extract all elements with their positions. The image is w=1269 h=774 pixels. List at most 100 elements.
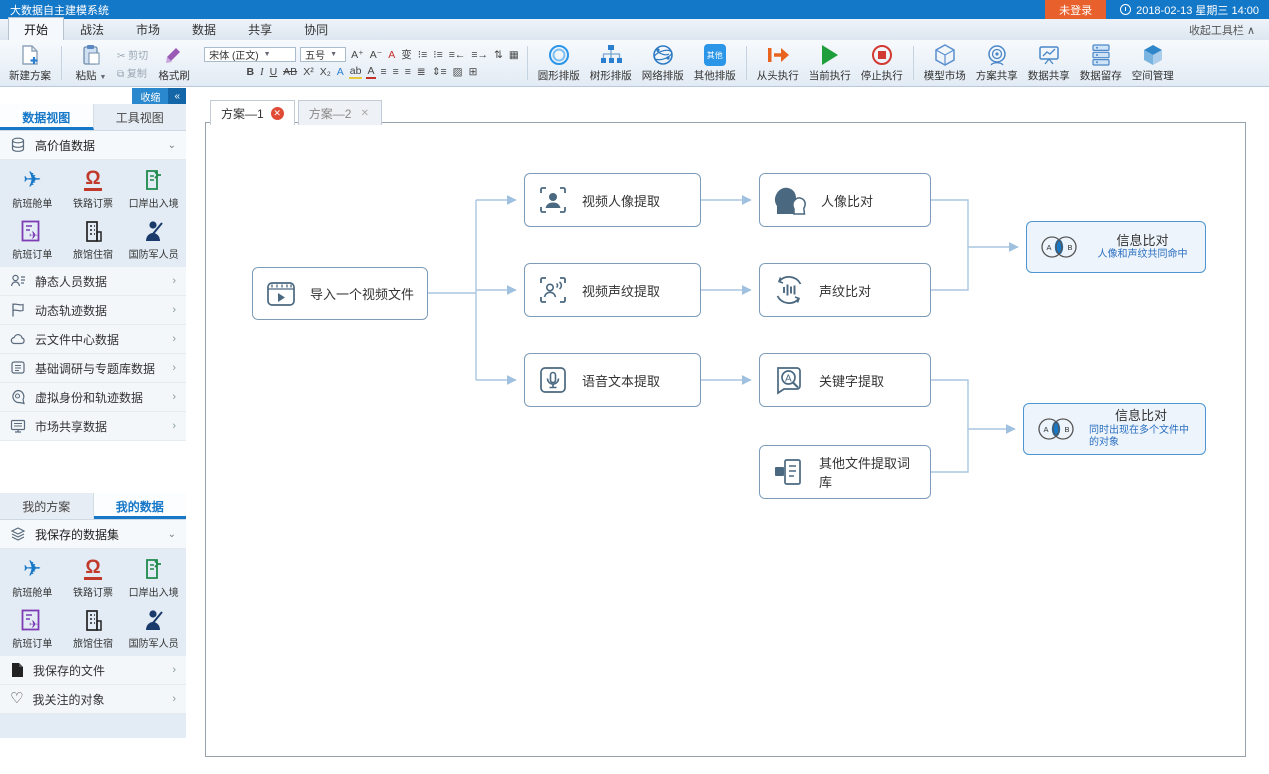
menu-tab-tactics[interactable]: 战法: [64, 17, 120, 40]
run-current-button[interactable]: 当前执行: [806, 42, 854, 84]
borders-button[interactable]: ⊞: [468, 66, 479, 78]
align-center-button[interactable]: ≡: [392, 66, 400, 78]
collapse-toolbar-link[interactable]: 收起工具栏∧: [1189, 22, 1255, 38]
group-manage: 模型市场 方案共享 数据共享 数据留存 空间管理: [917, 41, 1181, 85]
menu-tab-data[interactable]: 数据: [176, 17, 232, 40]
space-management-button[interactable]: 空间管理: [1129, 42, 1177, 84]
flow-canvas[interactable]: 导入一个视频文件 视频人像提取 视频声纹提取 语音文本提取 人像比对 声纹比对: [205, 122, 1246, 757]
new-plan-button[interactable]: 新建方案: [6, 42, 54, 84]
section-my-saved-datasets[interactable]: 我保存的数据集 ⌄: [0, 520, 186, 549]
justify-button[interactable]: ≣: [416, 66, 427, 78]
plan-share-button[interactable]: 方案共享: [973, 42, 1021, 84]
subscript-button[interactable]: X₂: [319, 66, 332, 78]
format-painter-button[interactable]: 格式刷: [152, 42, 196, 84]
change-case-button[interactable]: 变: [400, 47, 413, 62]
numbering-button[interactable]: ⁝≡: [432, 49, 443, 61]
node-info-compare-face-voice[interactable]: AB 信息比对 人像和声纹共同命中: [1026, 221, 1206, 273]
node-video-voiceprint-extract[interactable]: 视频声纹提取: [524, 263, 701, 317]
node-speech-text-extract[interactable]: 语音文本提取: [524, 353, 701, 407]
dataset-flight-order[interactable]: ✈航班订单: [2, 218, 63, 261]
strikethrough-button[interactable]: AB: [282, 66, 298, 78]
font-name-select[interactable]: 宋体 (正文)▼: [204, 47, 296, 62]
section-cloud-file-data[interactable]: 云文件中心数据›: [0, 325, 186, 354]
superscript-button[interactable]: X²: [302, 66, 315, 78]
voiceprint-detect-icon: [537, 274, 569, 306]
dataset-flight-manifest[interactable]: ✈航班舱单: [2, 556, 63, 599]
text-effects-button[interactable]: A: [387, 49, 396, 61]
tab-my-data[interactable]: 我的数据: [94, 493, 187, 519]
line-spacing-button[interactable]: ⇕≡: [431, 66, 448, 78]
sidebar-collapse-button[interactable]: 收缩 «: [132, 88, 186, 104]
plan-tab-2[interactable]: 方案—2 ✕: [298, 100, 383, 125]
tab-data-view[interactable]: 数据视图: [0, 104, 94, 130]
menu-tab-start[interactable]: 开始: [8, 17, 64, 40]
plan-tab-1[interactable]: 方案—1 ✕: [210, 100, 295, 125]
shading-button[interactable]: ▨: [452, 66, 464, 78]
dataset-hotel-stay[interactable]: 旅馆住宿: [63, 218, 124, 261]
other-layout-button[interactable]: 其他 其他排版: [691, 42, 739, 84]
menu-tab-share[interactable]: 共享: [232, 17, 288, 40]
menu-tab-collab[interactable]: 协同: [288, 17, 344, 40]
tab-my-plans[interactable]: 我的方案: [0, 493, 94, 519]
data-share-button[interactable]: 数据共享: [1025, 42, 1073, 84]
node-keyword-extract[interactable]: A 关键字提取: [759, 353, 931, 407]
node-info-compare-multifile[interactable]: AB 信息比对 同时出现在多个文件中的对象: [1023, 403, 1206, 455]
shrink-font-button[interactable]: A⁻: [369, 49, 384, 61]
align-right-button[interactable]: ≡: [404, 66, 412, 78]
data-retention-button[interactable]: 数据留存: [1077, 42, 1125, 84]
italic-button[interactable]: I: [259, 67, 265, 78]
section-my-saved-files[interactable]: 我保存的文件›: [0, 656, 186, 685]
font-size-select[interactable]: 五号▼: [300, 47, 346, 62]
section-static-person-data[interactable]: 静态人员数据›: [0, 267, 186, 296]
dataset-border-entry-exit[interactable]: 口岸出入境: [123, 167, 184, 210]
copy-button[interactable]: ⧉ 复制: [117, 65, 148, 80]
text-outline-button[interactable]: A: [336, 66, 345, 78]
paste-button[interactable]: 粘贴 ▼: [69, 42, 113, 84]
network-layout-button[interactable]: 网络排版: [639, 42, 687, 84]
tab-tool-view[interactable]: 工具视图: [94, 104, 187, 130]
font-color-button[interactable]: A: [366, 65, 375, 79]
dataset-flight-order[interactable]: ✈航班订单: [2, 607, 63, 650]
table-button[interactable]: ▦: [508, 49, 520, 61]
tree-layout-button[interactable]: 树形排版: [587, 42, 635, 84]
run-from-start-button[interactable]: 从头执行: [754, 42, 802, 84]
sidebar-gap: [0, 441, 186, 493]
dataset-border-entry-exit[interactable]: 口岸出入境: [123, 556, 184, 599]
close-tab-icon[interactable]: ✕: [358, 107, 371, 120]
dataset-military-personnel[interactable]: 国防军人员: [123, 218, 184, 261]
dataset-military-personnel[interactable]: 国防军人员: [123, 607, 184, 650]
node-face-compare[interactable]: 人像比对: [759, 173, 931, 227]
dataset-rail-ticket[interactable]: Ω铁路订票: [63, 556, 124, 599]
sort-button[interactable]: ⇅: [493, 49, 504, 61]
bullets-button[interactable]: ⁝≡: [417, 49, 428, 61]
section-high-value-data[interactable]: 高价值数据 ⌄: [0, 131, 186, 160]
cut-button[interactable]: ✂ 剪切: [117, 47, 148, 62]
node-other-file-lexicon[interactable]: 其他文件提取词库: [759, 445, 931, 499]
section-virtual-identity-data[interactable]: 虚拟身份和轨迹数据›: [0, 383, 186, 412]
copy-icon: ⧉: [117, 69, 124, 80]
login-status-badge[interactable]: 未登录: [1045, 0, 1106, 19]
underline-button[interactable]: U: [269, 66, 279, 78]
model-market-button[interactable]: 模型市场: [921, 42, 969, 84]
dataset-hotel-stay[interactable]: 旅馆住宿: [63, 607, 124, 650]
dataset-rail-ticket[interactable]: Ω铁路订票: [63, 167, 124, 210]
indent-button[interactable]: ≡→: [470, 49, 489, 61]
section-market-shared-data[interactable]: 市场共享数据›: [0, 412, 186, 441]
outdent-button[interactable]: ≡←: [448, 49, 467, 61]
align-left-button[interactable]: ≡: [380, 66, 388, 78]
node-video-face-extract[interactable]: 视频人像提取: [524, 173, 701, 227]
circle-layout-button[interactable]: 圆形排版: [535, 42, 583, 84]
dataset-flight-manifest[interactable]: ✈航班舱单: [2, 167, 63, 210]
node-voiceprint-compare[interactable]: 声纹比对: [759, 263, 931, 317]
close-tab-icon[interactable]: ✕: [271, 107, 284, 120]
section-research-library-data[interactable]: 基础调研与专题库数据›: [0, 354, 186, 383]
section-my-followed-objects[interactable]: ♡ 我关注的对象›: [0, 685, 186, 714]
circle-layout-icon: [547, 43, 571, 67]
bold-button[interactable]: B: [245, 66, 255, 78]
section-dynamic-track-data[interactable]: 动态轨迹数据›: [0, 296, 186, 325]
menu-tab-market[interactable]: 市场: [120, 17, 176, 40]
highlight-button[interactable]: ab: [349, 65, 363, 79]
stop-button[interactable]: 停止执行: [858, 42, 906, 84]
node-import-video-file[interactable]: 导入一个视频文件: [252, 267, 428, 320]
grow-font-button[interactable]: A⁺: [350, 49, 365, 61]
